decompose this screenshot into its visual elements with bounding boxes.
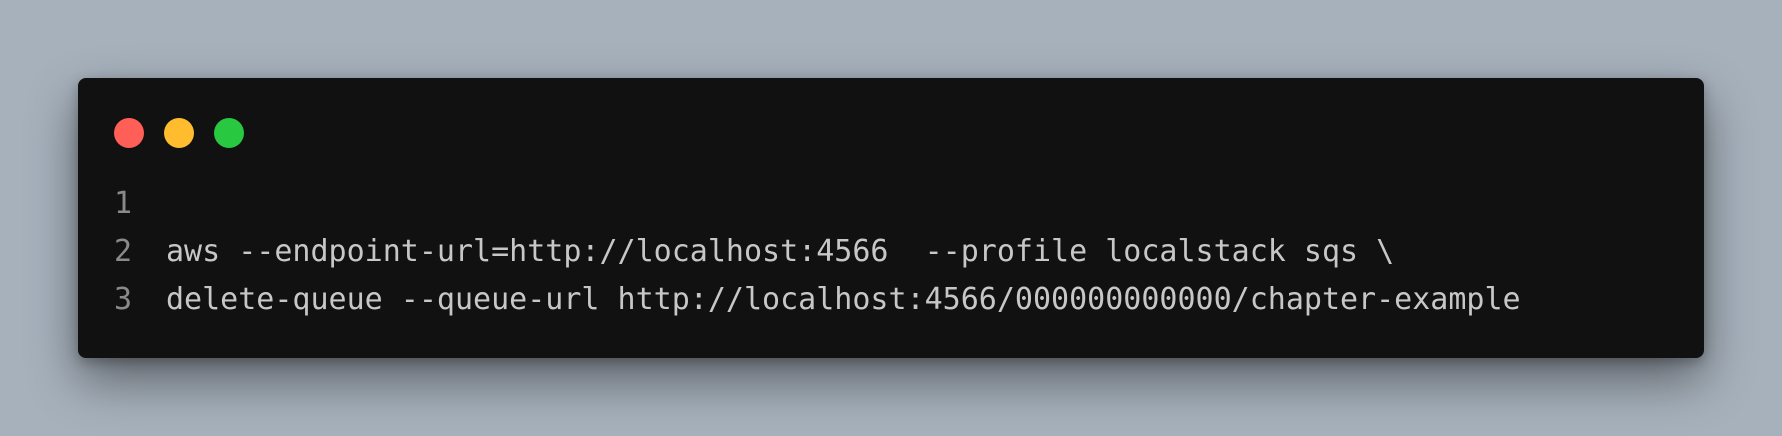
code-window: 1 2 aws --endpoint-url=http://localhost:… xyxy=(78,78,1704,358)
line-number: 3 xyxy=(114,282,133,317)
code-block: 1 2 aws --endpoint-url=http://localhost:… xyxy=(114,180,1521,324)
line-number: 2 xyxy=(114,234,133,269)
line-number: 1 xyxy=(114,186,133,221)
maximize-icon[interactable] xyxy=(214,118,244,148)
window-controls xyxy=(114,118,244,148)
code-line: 3 delete-queue --queue-url http://localh… xyxy=(114,276,1521,324)
minimize-icon[interactable] xyxy=(164,118,194,148)
code-line: 1 xyxy=(114,180,1521,228)
code-line: 2 aws --endpoint-url=http://localhost:45… xyxy=(114,228,1521,276)
line-text: aws --endpoint-url=http://localhost:4566… xyxy=(166,234,1395,269)
line-text: delete-queue --queue-url http://localhos… xyxy=(166,282,1521,317)
close-icon[interactable] xyxy=(114,118,144,148)
